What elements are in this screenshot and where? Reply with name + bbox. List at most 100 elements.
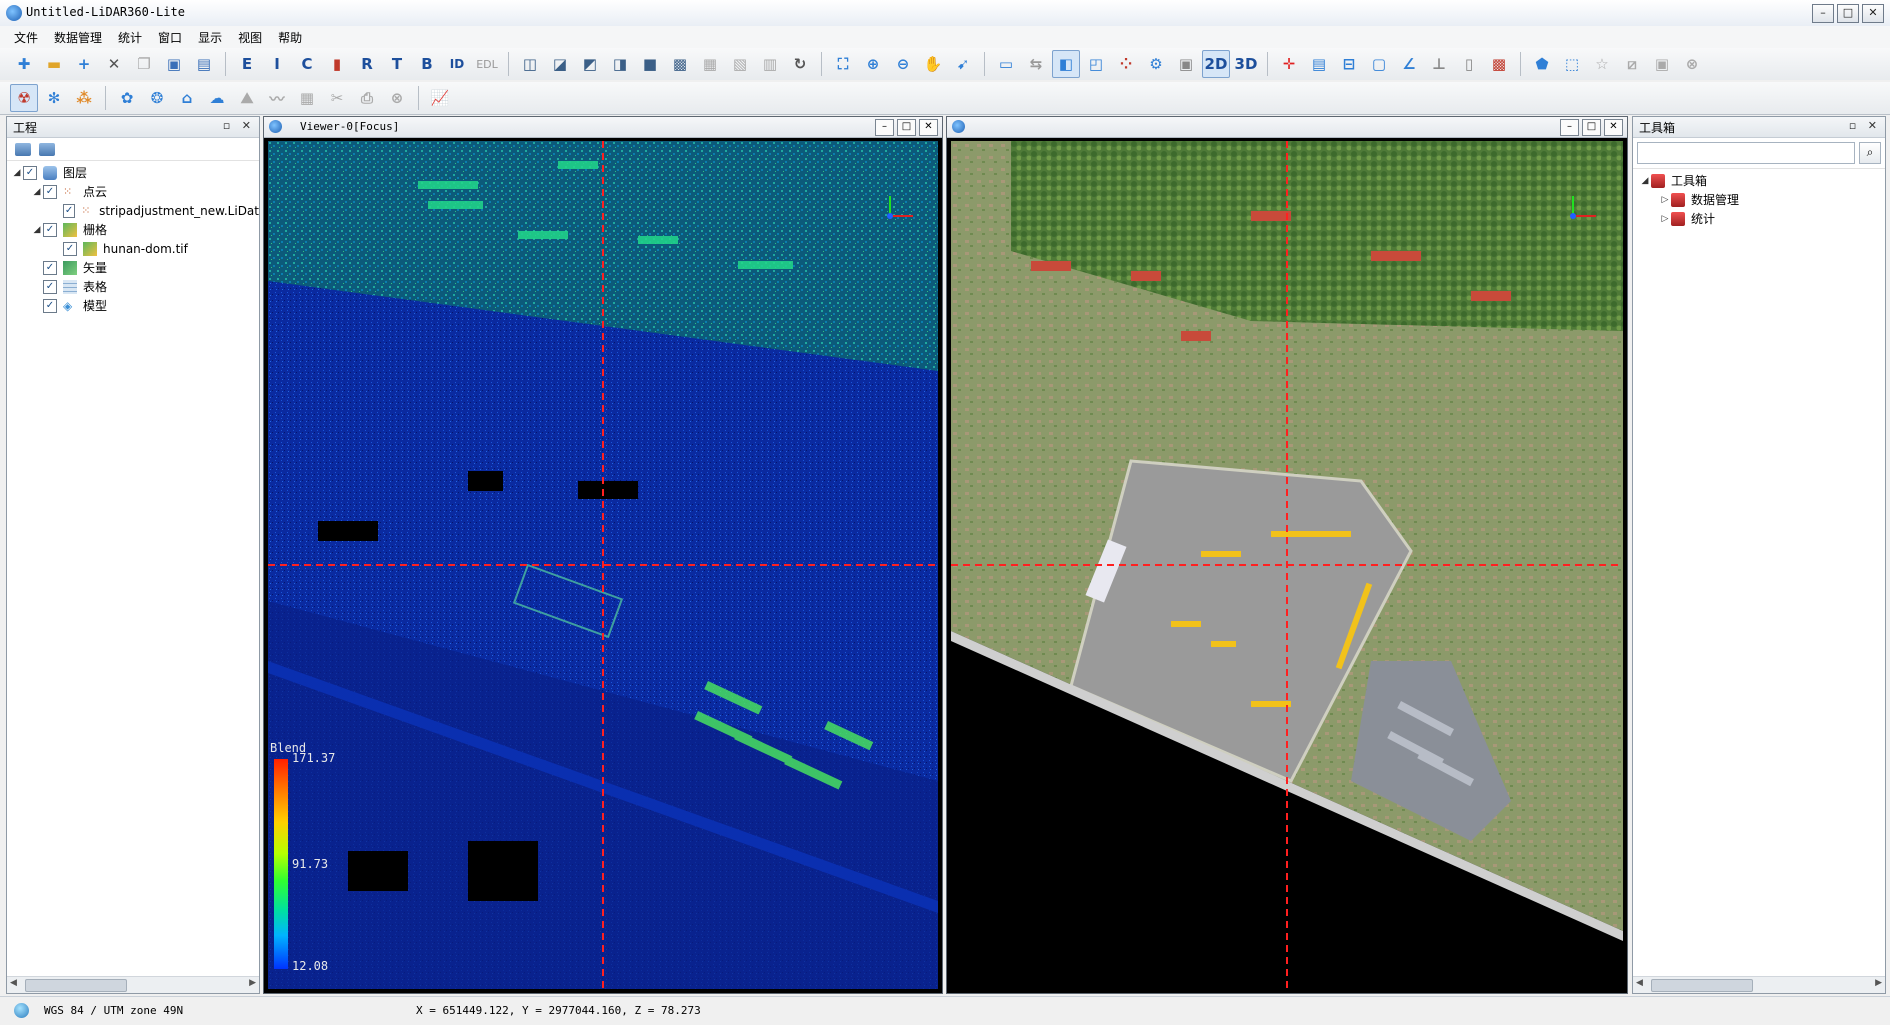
monitor-icon[interactable]: ▭ (992, 50, 1020, 78)
raster-file-checkbox[interactable]: ✓ (63, 241, 77, 256)
radiation-icon[interactable]: ☢ (10, 84, 38, 112)
split-view-icon[interactable]: ◧ (1052, 50, 1080, 78)
tree-node-raster[interactable]: ◢ ✓ 栅格 (7, 220, 259, 239)
view-front-icon[interactable]: ◪ (546, 50, 574, 78)
profile-icon[interactable]: ▤ (1305, 50, 1333, 78)
menu-window[interactable]: 窗口 (152, 28, 188, 47)
cancel-icon[interactable]: ⊗ (1678, 50, 1706, 78)
pointcloud-canvas[interactable] (268, 141, 938, 989)
viewer-right-maximize-button[interactable]: □ (1582, 119, 1601, 136)
save-selection-icon[interactable]: ▣ (1648, 50, 1676, 78)
window-icon[interactable]: ◰ (1082, 50, 1110, 78)
pointcloud-checkbox[interactable]: ✓ (43, 184, 57, 199)
toolbox-panel-controls[interactable]: ▫ ✕ (1849, 119, 1881, 132)
zoom-extent-icon[interactable]: ⛶ (829, 50, 857, 78)
scatter-icon[interactable]: ⁂ (70, 84, 98, 112)
ground-class-icon[interactable]: ❂ (143, 84, 171, 112)
tree-node-statistics[interactable]: ▷ 统计 (1633, 209, 1885, 228)
color-by-blend-icon[interactable]: B (413, 50, 441, 78)
scroll-thumb[interactable] (1651, 979, 1753, 992)
save-icon[interactable]: ▣ (160, 50, 188, 78)
mode-2d-button[interactable]: 2D (1202, 50, 1230, 78)
view-right-icon[interactable]: ◨ (606, 50, 634, 78)
export-icon[interactable]: ❐ (130, 50, 158, 78)
save-as-icon[interactable]: ▤ (190, 50, 218, 78)
table-checkbox[interactable]: ✓ (43, 279, 57, 294)
cloud-icon[interactable]: ☁ (203, 84, 231, 112)
building-class-icon[interactable]: ⌂ (173, 84, 201, 112)
view-bottom-icon[interactable]: ▩ (666, 50, 694, 78)
stop-icon[interactable]: ⊗ (383, 84, 411, 112)
export-gray-icon[interactable]: ⎙ (353, 84, 381, 112)
angle-icon[interactable]: ∠ (1395, 50, 1423, 78)
menu-data-management[interactable]: 数据管理 (48, 28, 108, 47)
tree-node-pointcloud[interactable]: ◢ ✓ ⁙ 点云 (7, 182, 259, 201)
view-iso-icon[interactable]: ▥ (756, 50, 784, 78)
search-icon[interactable]: ⌕ (1859, 142, 1881, 164)
screenshot-icon[interactable]: ▣ (1172, 50, 1200, 78)
pointcloud-file-checkbox[interactable]: ✓ (63, 203, 76, 218)
frame-icon[interactable]: ▢ (1365, 50, 1393, 78)
color-by-time-icon[interactable]: T (383, 50, 411, 78)
checker-icon[interactable]: ▩ (1485, 50, 1513, 78)
table-tool-icon[interactable] (39, 142, 55, 156)
layers-checkbox[interactable]: ✓ (23, 165, 37, 180)
cylinder-icon[interactable]: ▯ (1455, 50, 1483, 78)
pin-icon[interactable]: ⬟ (1528, 50, 1556, 78)
edl-icon[interactable]: EDL (473, 50, 501, 78)
viewer-pointcloud[interactable]: Viewer-0[Focus] – □ ✕ Blend 171.37 91.73… (263, 116, 943, 994)
toolbox-hscrollbar[interactable]: ◀ ▶ (1633, 976, 1885, 993)
project-hscrollbar[interactable]: ◀ ▶ (7, 976, 259, 993)
tree-node-pointcloud-file[interactable]: ✓ ⁙ stripadjustment_new.LiDat (7, 201, 259, 220)
crosshair-icon[interactable]: ✛ (1275, 50, 1303, 78)
tree-node-raster-file[interactable]: ✓ hunan-dom.tif (7, 239, 259, 258)
maximize-button[interactable]: □ (1837, 4, 1859, 23)
tree-node-data-management[interactable]: ▷ 数据管理 (1633, 190, 1885, 209)
terrain-icon[interactable]: ⛰ (233, 84, 261, 112)
project-panel-controls[interactable]: ▫ ✕ (223, 119, 255, 132)
viewer-right-minimize-button[interactable]: – (1560, 119, 1579, 136)
grid-icon[interactable]: ▦ (293, 84, 321, 112)
view-left-icon[interactable]: ◩ (576, 50, 604, 78)
layer-tool-icon[interactable] (15, 142, 31, 156)
select-box-icon[interactable]: ⬚ (1558, 50, 1586, 78)
expand-icon[interactable]: ▷ (1659, 195, 1671, 205)
zoom-in-icon[interactable]: ⊕ (859, 50, 887, 78)
pick-point-icon[interactable]: ➹ (949, 50, 977, 78)
viewer-left-maximize-button[interactable]: □ (897, 119, 916, 136)
orthophoto-canvas[interactable] (951, 141, 1623, 989)
close-button[interactable]: ✕ (1862, 4, 1884, 23)
menu-statistics[interactable]: 统计 (112, 28, 148, 47)
menu-display[interactable]: 显示 (192, 28, 228, 47)
add-data-icon[interactable]: ✚ (10, 50, 38, 78)
menu-view[interactable]: 视图 (232, 28, 268, 47)
color-by-intensity-icon[interactable]: I (263, 50, 291, 78)
tree-node-model[interactable]: ✓ ◈ 模型 (7, 296, 259, 315)
view-front-gray-icon[interactable]: ▦ (696, 50, 724, 78)
collapse-icon[interactable]: ◢ (1639, 176, 1651, 186)
rotate-icon[interactable]: ↻ (786, 50, 814, 78)
tools-icon[interactable]: ✂ (323, 84, 351, 112)
color-by-elevation-icon[interactable]: E (233, 50, 261, 78)
crop-icon[interactable]: ⧄ (1618, 50, 1646, 78)
color-by-class-icon[interactable]: C (293, 50, 321, 78)
viewer-right-close-button[interactable]: ✕ (1604, 119, 1623, 136)
link-views-icon[interactable]: ⇆ (1022, 50, 1050, 78)
tree-node-layers[interactable]: ◢ ✓ 图层 (7, 163, 259, 182)
viewer-left-close-button[interactable]: ✕ (919, 119, 938, 136)
snowflake-icon[interactable]: ✻ (40, 84, 68, 112)
scroll-thumb[interactable] (25, 979, 127, 992)
tree-node-vector[interactable]: ✓ 矢量 (7, 258, 259, 277)
collapse-icon[interactable]: ◢ (31, 225, 43, 235)
model-checkbox[interactable]: ✓ (43, 298, 57, 313)
chart-icon[interactable]: 📈 (426, 84, 454, 112)
color-by-rgb-icon[interactable]: ▮ (323, 50, 351, 78)
vector-checkbox[interactable]: ✓ (43, 260, 57, 275)
menu-help[interactable]: 帮助 (272, 28, 308, 47)
star-icon[interactable]: ☆ (1588, 50, 1616, 78)
raster-checkbox[interactable]: ✓ (43, 222, 57, 237)
grid-points-icon[interactable]: ⁘ (1112, 50, 1140, 78)
view-back-gray-icon[interactable]: ▧ (726, 50, 754, 78)
menu-file[interactable]: 文件 (8, 28, 44, 47)
pan-hand-icon[interactable]: ✋ (919, 50, 947, 78)
